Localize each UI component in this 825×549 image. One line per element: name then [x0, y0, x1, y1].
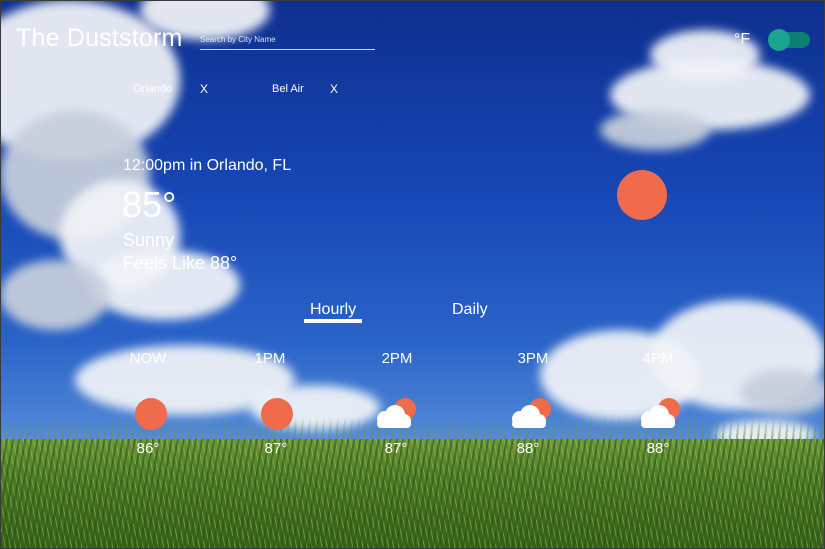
hour-label: 2PM — [381, 350, 413, 367]
active-tab-indicator — [304, 319, 362, 323]
sun-icon — [617, 170, 667, 220]
unit-label: °F — [734, 31, 751, 48]
hour-temperature: 87° — [264, 440, 288, 457]
partly-cloudy-icon — [512, 398, 551, 428]
app-title: The Duststorm — [16, 24, 183, 52]
current-temperature: 85° — [122, 184, 177, 225]
hour-temperature: 87° — [384, 440, 408, 457]
sun-icon — [261, 398, 293, 430]
saved-city-bel-air[interactable]: Bel Air — [272, 83, 304, 95]
hour-temperature: 88° — [516, 440, 540, 457]
remove-city-orlando-button[interactable]: X — [200, 82, 208, 96]
feels-like: Feels Like 88° — [123, 253, 238, 273]
search-input[interactable] — [200, 29, 375, 50]
current-condition: Sunny — [123, 230, 175, 250]
hour-temperature: 86° — [136, 440, 160, 457]
hour-label: NOW — [129, 350, 167, 367]
hour-label: 1PM — [254, 350, 286, 367]
current-time-location: 12:00pm in Orlando, FL — [123, 157, 292, 174]
toggle-knob — [768, 29, 790, 51]
sun-icon — [135, 398, 167, 430]
partly-cloudy-icon — [641, 398, 680, 428]
tab-daily[interactable]: Daily — [452, 301, 488, 319]
hour-temperature: 88° — [646, 440, 670, 457]
remove-city-bel-air-button[interactable]: X — [330, 82, 338, 96]
partly-cloudy-icon — [377, 398, 416, 428]
unit-toggle[interactable] — [768, 29, 810, 51]
hour-label: 3PM — [517, 350, 549, 367]
tab-hourly[interactable]: Hourly — [310, 301, 356, 319]
background-photo — [0, 0, 825, 549]
saved-city-orlando[interactable]: Orlando — [133, 83, 172, 95]
hour-label: 4PM — [642, 350, 674, 367]
